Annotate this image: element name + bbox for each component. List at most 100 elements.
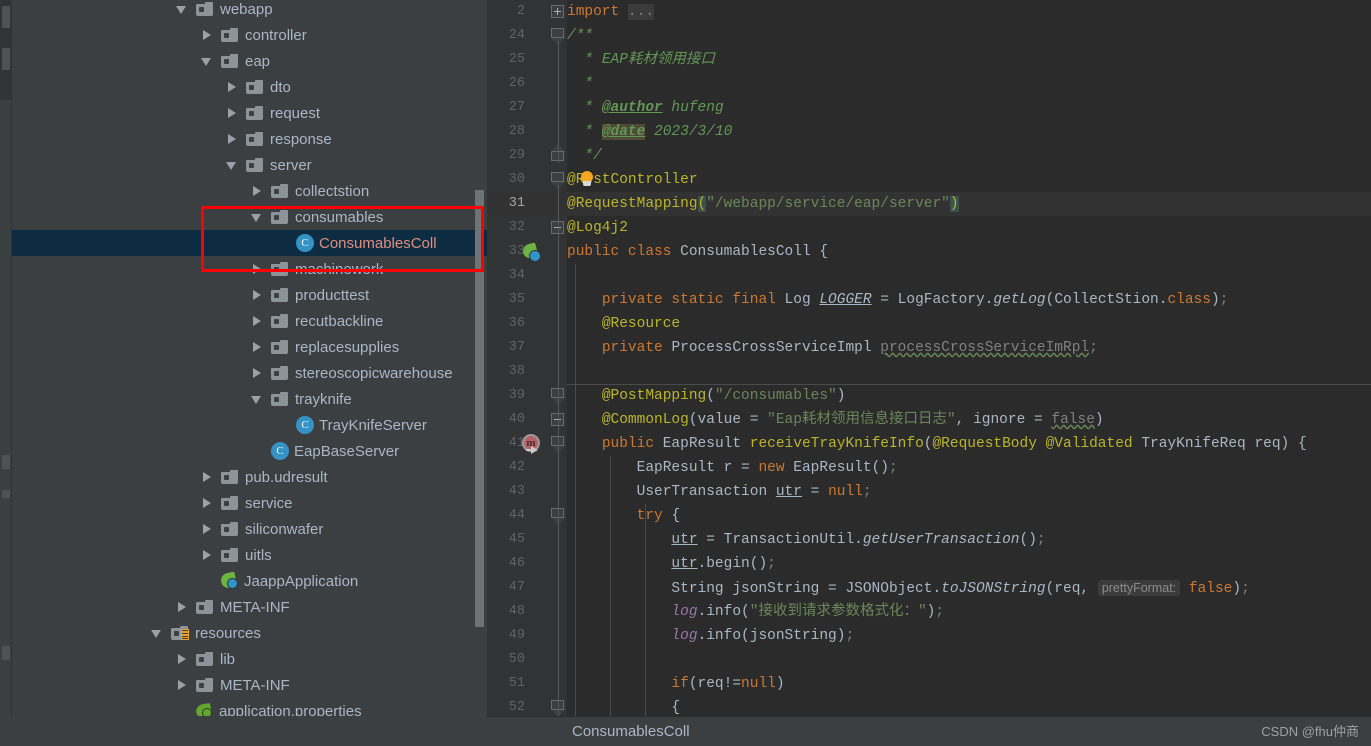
chevron-down-icon[interactable] (249, 391, 265, 407)
tree-item[interactable]: META-INF (12, 672, 487, 698)
chevron-right-icon[interactable] (174, 651, 190, 667)
chevron-right-icon[interactable] (249, 339, 265, 355)
code-line[interactable]: 25 * EAP耗材领用接口 (487, 48, 1371, 72)
code-line[interactable]: 33 public class ConsumablesColl { (487, 240, 1371, 264)
chevron-right-icon[interactable] (224, 105, 240, 121)
code-line[interactable]: 41 m public EapResult receiveTrayKnifeInf… (487, 432, 1371, 456)
chevron-right-icon[interactable] (174, 677, 190, 693)
tool-strip-button-structure[interactable] (2, 48, 10, 70)
fold-toggle-arrowdn[interactable] (549, 384, 565, 408)
tree-item[interactable]: dto (12, 74, 487, 100)
tree-item[interactable]: resources (12, 620, 487, 646)
spring-bean-icon[interactable] (521, 242, 541, 262)
tree-item[interactable]: C TrayKnifeServer (12, 412, 487, 438)
code-line[interactable]: 40 @CommonLog(value = "Eap耗材领用信息接口日志", i… (487, 408, 1371, 432)
chevron-right-icon[interactable] (249, 313, 265, 329)
tree-item[interactable]: JaappApplication (12, 568, 487, 594)
fold-toggle-arrowdn[interactable] (549, 696, 565, 716)
tree-item[interactable]: stereoscopicwarehouse (12, 360, 487, 386)
code-line[interactable]: 50 (487, 648, 1371, 672)
fold-toggle-minus[interactable] (549, 408, 565, 432)
tree-scrollbar[interactable] (475, 0, 484, 746)
fold-toggle-arrowdn[interactable] (549, 168, 565, 192)
fold-toggle-arrowdn[interactable] (549, 24, 565, 48)
tree-item[interactable]: webapp (12, 0, 487, 22)
code-line[interactable]: 29 */ (487, 144, 1371, 168)
code-line[interactable]: 45 utr = TransactionUtil.getUserTransact… (487, 528, 1371, 552)
chevron-right-icon[interactable] (199, 27, 215, 43)
code-line[interactable]: 39 @PostMapping("/consumables") (487, 384, 1371, 408)
code-line[interactable]: 46 utr.begin(); (487, 552, 1371, 576)
chevron-right-icon[interactable] (249, 287, 265, 303)
tool-strip-button-project[interactable] (2, 6, 10, 28)
tree-item[interactable]: pub.udresult (12, 464, 487, 490)
chevron-down-icon[interactable] (174, 1, 190, 17)
chevron-right-icon[interactable] (249, 183, 265, 199)
code-line[interactable]: 49 log.info(jsonString); (487, 624, 1371, 648)
chevron-right-icon[interactable] (199, 521, 215, 537)
chevron-down-icon[interactable] (249, 209, 265, 225)
tree-scrollbar-thumb[interactable] (475, 190, 484, 627)
request-mapping-icon[interactable]: m (522, 434, 544, 456)
tool-strip-button-favorites[interactable] (2, 455, 10, 469)
code-line[interactable]: 2 import ... (487, 0, 1371, 24)
tree-item[interactable]: producttest (12, 282, 487, 308)
tree-item-selected[interactable]: C ConsumablesColl (12, 230, 487, 256)
fold-toggle-arrowup[interactable] (549, 144, 565, 168)
tree-item[interactable]: eap (12, 48, 487, 74)
tree-item[interactable]: server (12, 152, 487, 178)
code-line[interactable]: 44 try { (487, 504, 1371, 528)
code-line[interactable]: 24 /** (487, 24, 1371, 48)
code-lines[interactable]: 2 import ... 24/** 25 * EAP耗材领用接口 26 * 27 * @… (487, 0, 1371, 716)
code-line[interactable]: 42 EapResult r = new EapResult(); (487, 456, 1371, 480)
tool-strip-button-terminal[interactable] (2, 646, 10, 660)
fold-toggle-minus[interactable] (549, 216, 565, 240)
tree-item[interactable]: request (12, 100, 487, 126)
code-line[interactable]: 26 * (487, 72, 1371, 96)
fold-toggle-arrowdn[interactable] (549, 504, 565, 528)
code-line[interactable]: 36 @Resource (487, 312, 1371, 336)
code-line[interactable]: 32 @Log4j2 (487, 216, 1371, 240)
tree-item[interactable]: service (12, 490, 487, 516)
chevron-right-icon[interactable] (174, 599, 190, 615)
fold-toggle-arrowdn[interactable] (549, 432, 565, 456)
tree-item[interactable]: response (12, 126, 487, 152)
chevron-right-icon[interactable] (249, 365, 265, 381)
code-line[interactable]: 38 (487, 360, 1371, 384)
tree-item[interactable]: recutbackline (12, 308, 487, 334)
chevron-right-icon[interactable] (224, 79, 240, 95)
code-line[interactable]: 51 if(req!=null) (487, 672, 1371, 696)
code-editor[interactable]: 2 import ... 24/** 25 * EAP耗材领用接口 26 * 27 * @… (487, 0, 1371, 746)
chevron-right-icon[interactable] (199, 469, 215, 485)
code-line[interactable]: 30 @RestController (487, 168, 1371, 192)
code-line[interactable]: 52 { (487, 696, 1371, 716)
code-line[interactable]: 35 private static final Log LOGGER = Log… (487, 288, 1371, 312)
fold-toggle-plus[interactable] (549, 0, 565, 24)
breadcrumb[interactable]: ConsumablesColl (572, 717, 690, 746)
tree-item[interactable]: C EapBaseServer (12, 438, 487, 464)
chevron-down-icon[interactable] (224, 157, 240, 173)
tree-item[interactable]: consumables (12, 204, 487, 230)
chevron-right-icon[interactable] (199, 495, 215, 511)
tree-item[interactable]: META-INF (12, 594, 487, 620)
tool-strip-button-bookmarks[interactable] (2, 490, 10, 498)
code-line[interactable]: 47 String jsonString = JSONObject.toJSON… (487, 576, 1371, 600)
chevron-right-icon[interactable] (199, 547, 215, 563)
tree-item[interactable]: collectstion (12, 178, 487, 204)
chevron-down-icon[interactable] (199, 53, 215, 69)
intention-bulb-icon[interactable] (580, 171, 594, 188)
tree-item[interactable]: lib (12, 646, 487, 672)
chevron-right-icon[interactable] (224, 131, 240, 147)
tree-item[interactable]: trayknife (12, 386, 487, 412)
tree-item[interactable]: siliconwafer (12, 516, 487, 542)
tree-item[interactable]: controller (12, 22, 487, 48)
chevron-right-icon[interactable] (249, 261, 265, 277)
tree-item[interactable]: replacesupplies (12, 334, 487, 360)
code-line[interactable]: 27 * @author hufeng (487, 96, 1371, 120)
chevron-down-icon[interactable] (149, 625, 165, 641)
code-line[interactable]: 34 (487, 264, 1371, 288)
tool-window-strip[interactable] (0, 0, 12, 746)
code-line[interactable]: 37 private ProcessCrossServiceImpl proce… (487, 336, 1371, 360)
code-line[interactable]: 28 * @date 2023/3/10 (487, 120, 1371, 144)
code-line[interactable]: 48 log.info("接收到请求参数格式化："); (487, 600, 1371, 624)
